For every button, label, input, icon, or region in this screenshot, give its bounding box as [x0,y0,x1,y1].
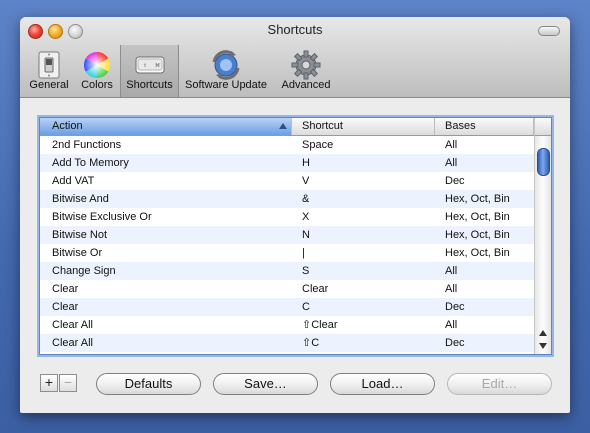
table-header: Action Shortcut Bases [40,118,534,136]
vertical-scrollbar[interactable] [534,118,551,354]
cell-shortcut: N [302,229,310,241]
table-row[interactable]: Add VAT V Dec [40,172,534,190]
cell-shortcut: X [302,211,310,223]
toolbar-shortcuts-label: Shortcuts [126,79,173,91]
cell-action: Clear [52,283,79,295]
cell-bases: All [445,139,458,151]
table-row[interactable]: Bitwise And & Hex, Oct, Bin [40,190,534,208]
cell-action: Bitwise Not [52,229,108,241]
column-header-bases[interactable]: Bases [435,118,534,135]
toolbar-advanced-label: Advanced [281,79,331,91]
sort-ascending-icon [279,123,287,129]
toolbar-advanced[interactable]: Advanced [277,45,335,97]
cell-bases: Hex, Oct, Bin [445,247,510,259]
cell-action: Change Sign [52,265,116,277]
cell-shortcut: Space [302,139,334,151]
load-button[interactable]: Load… [330,373,435,395]
column-header-shortcut-label: Shortcut [302,120,343,132]
scrollbar-thumb[interactable] [537,148,550,176]
cell-action: Clear All [52,337,93,349]
cell-bases: Dec [445,175,465,187]
cell-bases: All [445,319,458,331]
toolbar-general-label: General [29,79,69,91]
shortcuts-table[interactable]: Action Shortcut Bases 2nd Functions Spac… [39,117,552,355]
cell-bases: All [445,265,458,277]
cell-bases: Hex, Oct, Bin [445,193,510,205]
toolbar-software-update-label: Software Update [185,79,267,91]
column-header-action-label: Action [52,120,83,132]
cell-action: Bitwise And [52,193,109,205]
cell-shortcut: S [302,265,310,277]
toolbar-colors-label: Colors [81,79,113,91]
edit-button[interactable]: Edit… [447,373,552,395]
cell-action: Add VAT [52,175,95,187]
svg-text:⌘: ⌘ [155,63,160,69]
table-row[interactable]: Bitwise Or | Hex, Oct, Bin [40,244,534,262]
cell-bases: All [445,283,458,295]
cell-action: Clear [52,301,79,313]
svg-text:⇧: ⇧ [143,63,147,69]
header-corner [535,118,551,136]
table-row[interactable]: Bitwise Not N Hex, Oct, Bin [40,226,534,244]
toolbar-general[interactable]: General [24,45,74,97]
table-row[interactable]: Change Sign S All [40,262,534,280]
toolbar-software-update[interactable]: Software Update [181,45,271,97]
column-header-shortcut[interactable]: Shortcut [292,118,435,135]
table-row[interactable]: Clear C Dec [40,298,534,316]
cell-shortcut: ⇧C [302,337,320,349]
title-toolbar-area: Shortcuts General Colors ⇧ ⌘ Shortcuts S… [20,17,570,98]
cell-action: 2nd Functions [52,139,122,151]
cell-shortcut: H [302,157,310,169]
cell-bases: Dec [445,301,465,313]
cell-action: Bitwise Or [52,247,103,259]
table-row[interactable]: Bitwise Exclusive Or X Hex, Oct, Bin [40,208,534,226]
column-header-bases-label: Bases [445,120,476,132]
scroll-up-arrow-icon[interactable] [539,330,547,336]
add-shortcut-button[interactable]: + [40,374,58,392]
cell-action: Add To Memory [52,157,129,169]
toolbar-shortcuts[interactable]: ⇧ ⌘ Shortcuts [120,45,179,97]
table-row[interactable]: 2nd Functions Space All [40,136,534,154]
save-button[interactable]: Save… [213,373,318,395]
table-body: 2nd Functions Space All Add To Memory H … [40,136,534,354]
table-row[interactable]: Clear All ⇧Clear All [40,316,534,334]
defaults-button[interactable]: Defaults [96,373,201,395]
cell-action: Bitwise Exclusive Or [52,211,152,223]
toolbar-colors[interactable]: Colors [76,45,118,97]
scroll-down-arrow-icon[interactable] [539,343,547,349]
cell-shortcut: Clear [302,283,329,295]
cell-bases: All [445,157,458,169]
column-header-action[interactable]: Action [40,118,292,135]
cell-bases: Dec [445,337,465,349]
cell-shortcut: ⇧Clear [302,319,338,331]
remove-shortcut-button[interactable]: − [59,374,77,392]
cell-bases: Hex, Oct, Bin [445,211,510,223]
table-row[interactable]: Add To Memory H All [40,154,534,172]
cell-bases: Hex, Oct, Bin [445,229,510,241]
table-row[interactable]: Clear Clear All [40,280,534,298]
cell-shortcut: V [302,175,310,187]
cell-shortcut: C [302,301,310,313]
cell-action: Clear All [52,319,93,331]
table-row[interactable]: Clear All ⇧C Dec [40,334,534,352]
cell-shortcut: | [302,247,305,259]
preferences-window: Shortcuts General Colors ⇧ ⌘ Shortcuts S… [20,17,570,413]
window-title: Shortcuts [267,22,323,37]
cell-shortcut: & [302,193,310,205]
toolbar-toggle-button[interactable] [538,26,560,36]
